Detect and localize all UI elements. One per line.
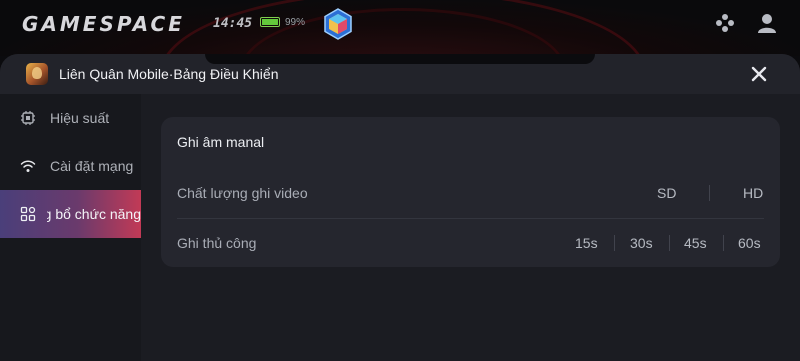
option-divider [723, 235, 724, 251]
sidebar-item-label: Hiệu suất [50, 110, 110, 126]
panel-title: Liên Quân Mobile·Bảng Điều Khiển [59, 66, 279, 82]
sidebar-item-performance[interactable]: Hiệu suất [0, 94, 141, 142]
clock: 14:45 [213, 16, 253, 31]
battery-icon [260, 17, 280, 27]
sidebar-item-label: Bổ sung bổ chức năng [47, 206, 141, 222]
row-label: Ghi thủ công [177, 235, 257, 251]
wifi-icon [20, 158, 36, 174]
option-divider [709, 185, 710, 201]
duration-option-15s[interactable]: 15s [575, 235, 598, 251]
sidebar-item-network[interactable]: Cài đặt mạng [0, 142, 141, 190]
apps-grid-icon [20, 206, 36, 222]
brand-logo-text: GAMESPACE [22, 12, 185, 36]
card-title: Ghi âm manal [177, 134, 265, 150]
recording-settings-card: Ghi âm manal Chất lượng ghi video SD HD … [161, 117, 780, 267]
quality-option-sd[interactable]: SD [657, 185, 676, 201]
close-button[interactable] [749, 64, 769, 84]
sidebar: Hiệu suất Cài đặt mạng Bổ s [0, 94, 141, 361]
gamepad-icon[interactable] [714, 12, 736, 34]
manual-record-row: Ghi thủ công 15s 30s 45s 60s [177, 218, 764, 267]
option-divider [614, 235, 615, 251]
sidebar-item-addons[interactable]: Bổ sung bổ chức năng [0, 190, 141, 238]
duration-option-60s[interactable]: 60s [738, 235, 761, 251]
control-panel: Liên Quân Mobile·Bảng Điều Khiển Hiệu su… [0, 54, 800, 361]
video-quality-row: Chất lượng ghi video SD HD [177, 169, 764, 217]
game-app-icon [26, 63, 48, 85]
panel-notch [205, 54, 595, 64]
battery-percent: 99% [285, 17, 306, 28]
sidebar-item-label: Cài đặt mạng [50, 158, 134, 174]
cpu-chip-icon [20, 110, 36, 126]
content-area: Ghi âm manal Chất lượng ghi video SD HD … [141, 94, 800, 361]
row-label: Chất lượng ghi video [177, 185, 308, 201]
status-bar: GAMESPACE 14:45 99% [0, 0, 800, 156]
option-divider [669, 235, 670, 251]
quality-option-hd[interactable]: HD [743, 185, 763, 201]
close-icon [751, 66, 767, 82]
duration-option-30s[interactable]: 30s [630, 235, 653, 251]
duration-option-45s[interactable]: 45s [684, 235, 707, 251]
user-profile-icon[interactable] [756, 12, 778, 34]
gamespace-hex-logo-icon[interactable] [323, 8, 353, 40]
